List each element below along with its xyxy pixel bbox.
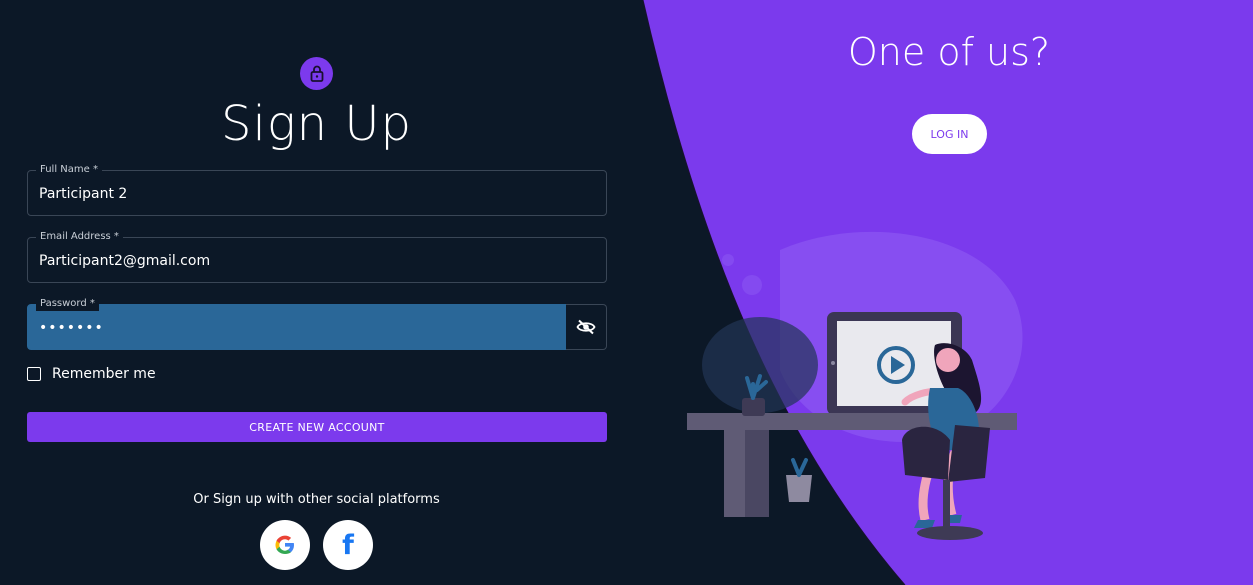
- remember-me-label: Remember me: [52, 366, 156, 382]
- facebook-signup-button[interactable]: f: [323, 520, 373, 570]
- google-icon: [275, 535, 294, 554]
- eye-off-icon: [576, 319, 596, 335]
- login-button[interactable]: LOG IN: [912, 114, 987, 154]
- google-signup-button[interactable]: [260, 520, 310, 570]
- password-value[interactable]: •••••••: [39, 319, 104, 337]
- email-value[interactable]: Participant2@gmail.com: [39, 252, 210, 270]
- password-field[interactable]: Password * •••••••: [27, 297, 566, 350]
- remember-me[interactable]: Remember me: [27, 366, 156, 382]
- remember-me-checkbox[interactable]: [27, 367, 41, 381]
- full-name-label: Full Name *: [36, 163, 102, 177]
- lock-icon: [310, 65, 323, 82]
- full-name-value[interactable]: Participant 2: [39, 185, 127, 203]
- social-signup-text: Or Sign up with other social platforms: [193, 492, 440, 507]
- lock-badge: [300, 57, 333, 90]
- create-account-button[interactable]: CREATE NEW ACCOUNT: [27, 412, 607, 442]
- full-name-field[interactable]: Full Name * Participant 2: [27, 163, 607, 216]
- email-label: Email Address *: [36, 230, 123, 244]
- password-label: Password *: [36, 297, 99, 311]
- facebook-icon: f: [342, 529, 354, 561]
- toggle-password-visibility-button[interactable]: [566, 304, 607, 350]
- page-title: Sign Up: [221, 96, 412, 152]
- email-field[interactable]: Email Address * Participant2@gmail.com: [27, 230, 607, 283]
- login-prompt-title: One of us?: [847, 30, 1051, 74]
